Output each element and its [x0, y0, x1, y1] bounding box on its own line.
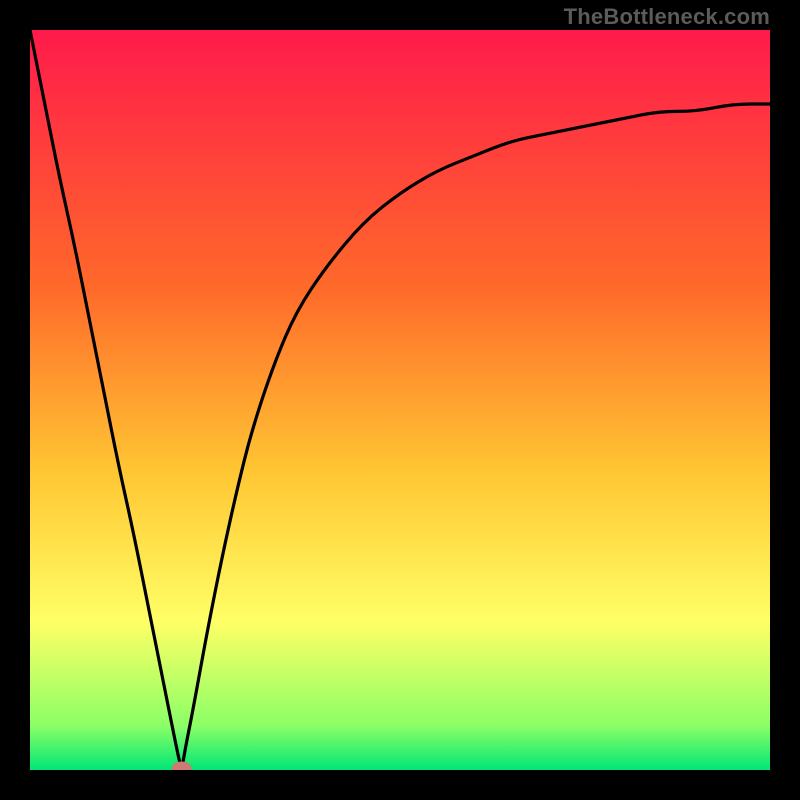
gradient-background: [30, 30, 770, 770]
chart-area: [30, 30, 770, 770]
watermark-text: TheBottleneck.com: [564, 4, 770, 30]
bottleneck-chart-svg: [30, 30, 770, 770]
